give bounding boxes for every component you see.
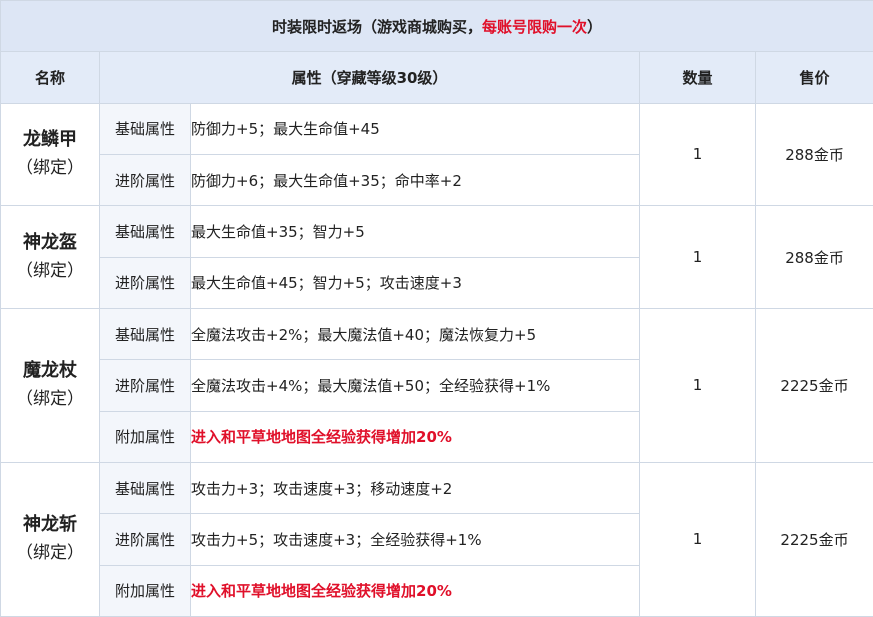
attr-type: 进阶属性: [99, 359, 191, 412]
attr-type: 基础属性: [99, 205, 191, 258]
attr-value: 全魔法攻击+2%；最大魔法值+40；魔法恢复力+5: [190, 307, 640, 361]
attr-value: 全魔法攻击+4%；最大魔法值+50；全经验获得+1%: [190, 359, 640, 412]
item-name-cell: 神龙斩 （绑定）: [0, 461, 100, 617]
attr-value: 防御力+5；最大生命值+45: [190, 102, 640, 155]
attr-value: 攻击力+3；攻击速度+3；移动速度+2: [190, 461, 640, 515]
item-name: 龙鳞甲: [23, 129, 77, 151]
item-price: 2225金币: [754, 461, 873, 617]
item-name-cell: 龙鳞甲 （绑定）: [0, 102, 100, 207]
attr-value: 最大生命值+45；智力+5；攻击速度+3: [190, 256, 640, 309]
item-quantity: 1: [639, 205, 756, 309]
table-row: 龙鳞甲 （绑定） 基础属性 防御力+5；最大生命值+45 1 288金币: [0, 102, 873, 207]
attr-type: 基础属性: [99, 307, 191, 361]
item-bound-label: （绑定）: [16, 389, 84, 410]
header-name: 名称: [0, 51, 100, 104]
item-quantity: 1: [639, 461, 756, 617]
title-highlight: 每账号限购一次: [482, 17, 588, 36]
attr-value-special: 进入和平草地地图全经验获得增加20%: [190, 564, 640, 617]
table-title: 时装限时返场（游戏商城购买，每账号限购一次）: [0, 0, 873, 53]
item-price: 2225金币: [754, 307, 873, 463]
title-row: 时装限时返场（游戏商城购买，每账号限购一次）: [0, 0, 873, 53]
item-name: 魔龙杖: [23, 360, 77, 382]
item-name-cell: 魔龙杖 （绑定）: [0, 307, 100, 463]
table-row: 神龙盔 （绑定） 基础属性 最大生命值+35；智力+5 1 288金币: [0, 205, 873, 309]
attr-value-special: 进入和平草地地图全经验获得增加20%: [190, 410, 640, 463]
item-price: 288金币: [754, 205, 873, 309]
item-name: 神龙斩: [23, 514, 77, 536]
attr-type: 基础属性: [99, 461, 191, 515]
title-tail: ）: [587, 17, 603, 36]
table-row: 魔龙杖 （绑定） 基础属性 全魔法攻击+2%；最大魔法值+40；魔法恢复力+5 …: [0, 307, 873, 463]
attr-value: 最大生命值+35；智力+5: [190, 205, 640, 258]
item-quantity: 1: [639, 102, 756, 207]
item-bound-label: （绑定）: [16, 158, 84, 179]
item-name: 神龙盔: [23, 232, 77, 254]
item-quantity: 1: [639, 307, 756, 463]
header-attributes: 属性（穿藏等级30级）: [99, 51, 640, 104]
attr-type: 进阶属性: [99, 513, 191, 566]
item-bound-label: （绑定）: [16, 261, 84, 282]
title-main: 时装限时返场（游戏商城购买，: [271, 17, 482, 36]
header-row: 名称 属性（穿藏等级30级） 数量 售价: [0, 51, 873, 104]
attr-type: 附加属性: [99, 564, 191, 617]
limited-fashion-table: 时装限时返场（游戏商城购买，每账号限购一次） 名称 属性（穿藏等级30级） 数量…: [0, 0, 873, 617]
attr-value: 防御力+6；最大生命值+35；命中率+2: [190, 153, 640, 207]
attr-value: 攻击力+5；攻击速度+3；全经验获得+1%: [190, 513, 640, 566]
header-price: 售价: [754, 51, 873, 104]
attr-type: 基础属性: [99, 102, 191, 155]
item-bound-label: （绑定）: [16, 543, 84, 564]
attr-type: 进阶属性: [99, 256, 191, 309]
item-name-cell: 神龙盔 （绑定）: [0, 205, 100, 309]
attr-type: 附加属性: [99, 410, 191, 463]
item-price: 288金币: [754, 102, 873, 207]
attr-type: 进阶属性: [99, 153, 191, 207]
header-quantity: 数量: [639, 51, 756, 104]
table-row: 神龙斩 （绑定） 基础属性 攻击力+3；攻击速度+3；移动速度+2 1 2225…: [0, 461, 873, 617]
